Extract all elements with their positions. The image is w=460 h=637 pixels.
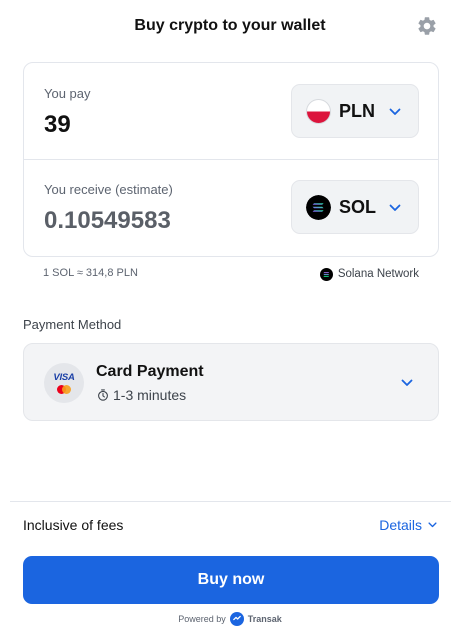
chevron-down-icon: [389, 108, 401, 115]
network-label: Solana Network: [337, 268, 419, 280]
solana-logo-icon: [306, 195, 331, 220]
fees-label: Inclusive of fees: [23, 517, 124, 533]
rate-row: 1 SOL ≈ 314,8 PLN Solana Network: [43, 266, 419, 282]
pay-amount-input[interactable]: 39: [44, 111, 71, 139]
amount-card: You pay 39 PLN You receive (estimate) 0.…: [23, 62, 439, 257]
payment-duration-text: 1-3 minutes: [113, 387, 187, 403]
chevron-down-icon: [389, 204, 401, 211]
receive-label: You receive (estimate): [44, 182, 173, 197]
details-toggle[interactable]: Details: [379, 517, 437, 533]
network-badge: Solana Network: [319, 266, 419, 282]
buy-now-button[interactable]: Buy now: [23, 556, 439, 604]
solana-logo-icon: [319, 267, 333, 281]
powered-by: Powered by Transak: [0, 612, 460, 626]
payment-duration: 1-3 minutes: [97, 387, 186, 403]
stopwatch-icon: [98, 389, 108, 401]
payment-method-select[interactable]: VISA Card Payment 1-3 minutes: [23, 343, 439, 421]
payment-method-name: Card Payment: [96, 363, 204, 380]
divider: [10, 501, 451, 502]
transak-logo-icon: [229, 612, 244, 626]
poland-flag-icon: [306, 99, 331, 124]
receive-amount: 0.10549583: [44, 207, 171, 234]
pay-label: You pay: [44, 86, 91, 101]
header: Buy crypto to your wallet: [0, 0, 460, 52]
receive-currency-select[interactable]: SOL: [291, 180, 419, 234]
receive-currency-code: SOL: [339, 197, 377, 217]
visa-logo: VISA: [53, 372, 75, 383]
pay-currency-select[interactable]: PLN: [291, 84, 419, 138]
pay-currency-code: PLN: [339, 101, 375, 121]
page-title: Buy crypto to your wallet: [134, 17, 326, 34]
exchange-rate: 1 SOL ≈ 314,8 PLN: [43, 267, 138, 279]
payment-method-label: Payment Method: [23, 317, 122, 332]
powered-by-text: Powered by: [178, 614, 226, 624]
fees-row: Inclusive of fees Details: [23, 517, 439, 535]
divider: [24, 159, 438, 160]
gear-icon[interactable]: [416, 15, 438, 37]
transak-brand[interactable]: Transak: [248, 614, 282, 624]
details-label: Details: [379, 517, 422, 533]
chevron-down-icon: [428, 522, 437, 528]
visa-mastercard-icon: VISA: [44, 363, 84, 403]
mastercard-circle-yellow: [62, 385, 71, 394]
chevron-down-icon: [401, 379, 413, 386]
